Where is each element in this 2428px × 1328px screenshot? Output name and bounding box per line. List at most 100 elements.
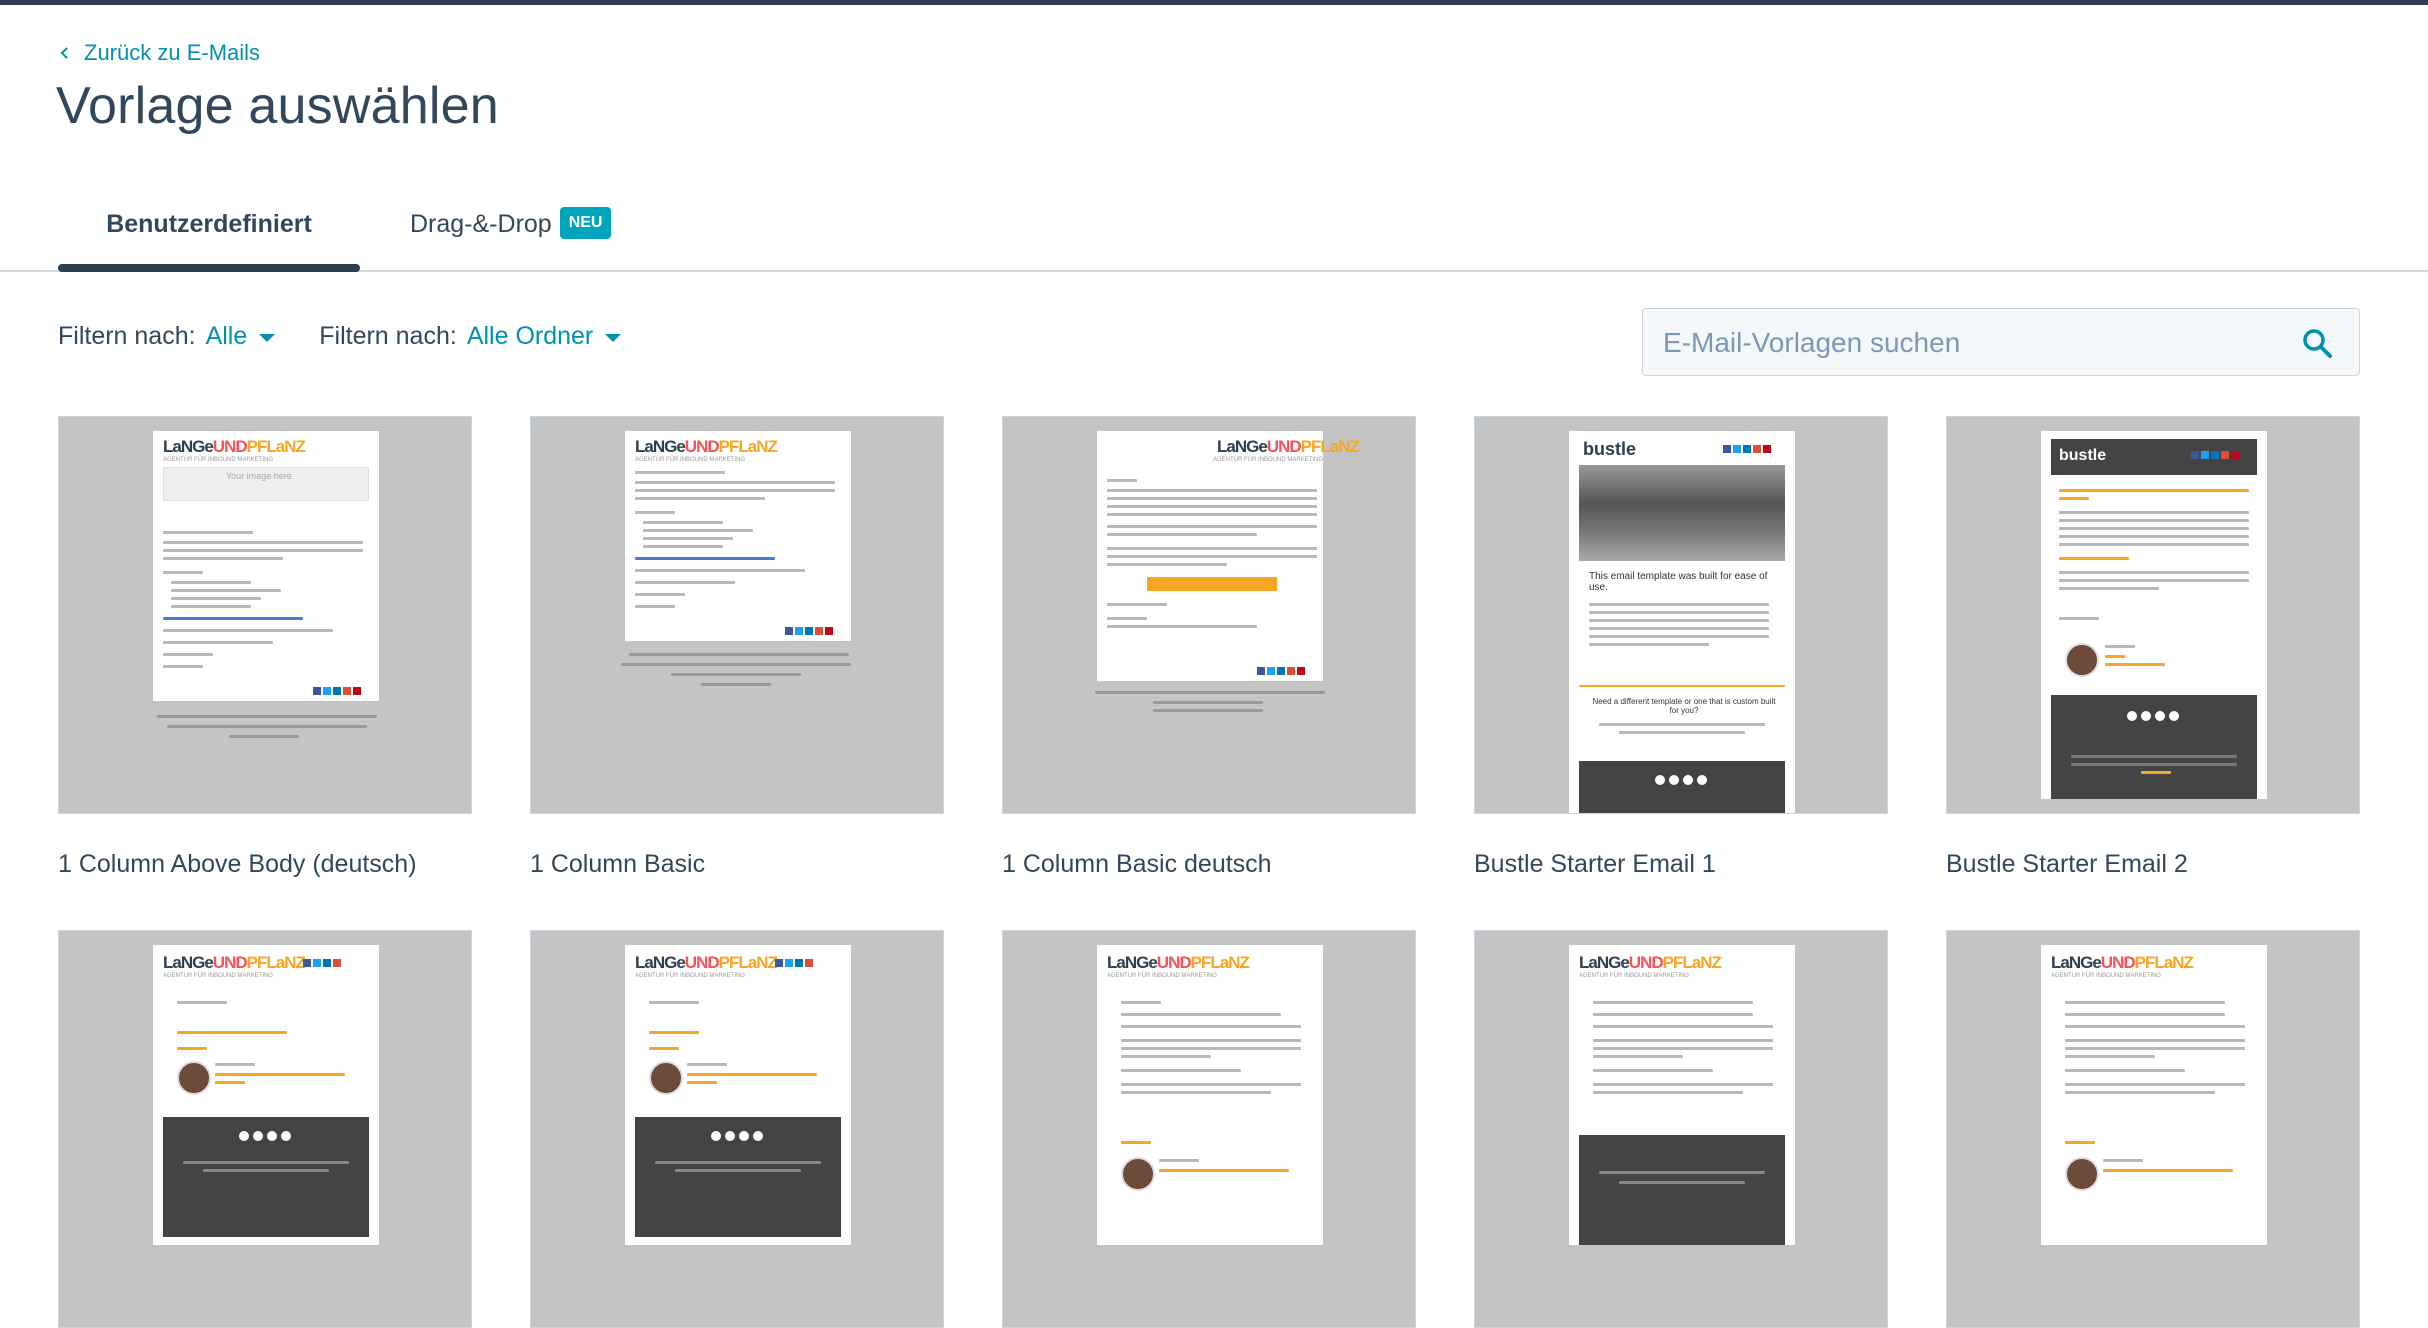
template-name[interactable]: Bustle Starter Email 2 <box>1946 850 2188 879</box>
logo-tagline: AGENTUR FÜR INBOUND MARKETING <box>635 457 746 463</box>
tab-drag-and-drop[interactable]: Drag-&-Drop NEU <box>410 207 650 272</box>
text-line <box>2059 617 2099 620</box>
text-line <box>2105 645 2135 648</box>
email-preview: LaNGeUNDPFLaNZ AGENTUR FÜR INBOUND MARKE… <box>2041 945 2267 1245</box>
footer-line <box>701 683 771 686</box>
search-input[interactable] <box>1661 309 2285 377</box>
text-line <box>1121 1069 1241 1072</box>
text-line <box>2059 587 2159 590</box>
caret-down-icon <box>259 333 276 342</box>
email-preview: LaNGeUNDPFLaNZ AGENTUR FÜR INBOUND MARKE… <box>153 945 379 1245</box>
text-line <box>163 531 253 534</box>
text-line <box>1599 723 1765 726</box>
text-line <box>1121 1039 1301 1042</box>
logo-tagline: AGENTUR FÜR INBOUND MARKETING <box>163 973 274 979</box>
text-line <box>635 605 675 608</box>
text-line <box>1589 619 1769 622</box>
text-line <box>1121 1013 1281 1016</box>
new-badge: NEU <box>559 207 612 239</box>
template-thumbnail[interactable]: LaNGeUNDPFLaNZ AGENTUR FÜR INBOUND MARKE… <box>1002 930 1416 1328</box>
text-line <box>649 1001 699 1004</box>
brand-logo: LaNGeUNDPFLaNZ <box>1579 953 1722 972</box>
footer-line <box>229 735 299 738</box>
social-icon <box>795 959 803 967</box>
social-icon <box>2169 711 2179 721</box>
text-line <box>2065 1013 2225 1016</box>
text-link <box>635 557 775 560</box>
text-line <box>1107 617 1147 620</box>
social-icon <box>1655 775 1665 785</box>
filter-folder-dropdown[interactable]: Alle Ordner <box>467 322 622 351</box>
text-line <box>2059 571 2249 574</box>
template-name[interactable]: 1 Column Basic deutsch <box>1002 850 1272 879</box>
template-name[interactable]: Bustle Starter Email 1 <box>1474 850 1716 879</box>
template-thumbnail[interactable]: bustle <box>1946 416 2360 814</box>
email-preview: LaNGeUNDPFLaNZ AGENTUR FÜR INBOUND MARKE… <box>625 945 851 1245</box>
text-line <box>1593 1069 1713 1072</box>
social-icon <box>725 1131 735 1141</box>
text-line <box>171 605 251 608</box>
tab-label: Drag-&-Drop <box>410 210 552 238</box>
email-preview: LaNGeUNDPFLaNZ AGENTUR FÜR INBOUND MARKE… <box>1097 431 1360 681</box>
footer-line <box>629 653 849 656</box>
brand-logo: LaNGeUNDPFLaNZ <box>163 953 306 972</box>
template-thumbnail[interactable]: LaNGeUNDPFLaNZ AGENTUR FÜR INBOUND MARKE… <box>530 416 944 814</box>
filter-type-dropdown[interactable]: Alle <box>206 322 276 351</box>
social-icon <box>281 1131 291 1141</box>
template-thumbnail[interactable]: LaNGeUNDPFLaNZ AGENTUR FÜR INBOUND MARKE… <box>530 930 944 1328</box>
text-line <box>1107 497 1317 500</box>
text-line <box>1593 1047 1773 1050</box>
text-line <box>215 1081 245 1084</box>
text-line <box>1593 1001 1753 1004</box>
social-icon <box>2231 451 2239 459</box>
text-line <box>1589 603 1769 606</box>
text-line <box>2059 579 2249 582</box>
footer-line <box>183 1161 349 1164</box>
text-line <box>2059 543 2249 546</box>
text-line <box>215 1073 345 1076</box>
template-thumbnail[interactable]: LaNGeUNDPFLaNZ AGENTUR FÜR INBOUND MARKE… <box>1946 930 2360 1328</box>
bustle-logo: bustle <box>2059 447 2107 464</box>
footer-line <box>2071 763 2237 766</box>
footer-line <box>1095 691 1325 694</box>
text-line <box>2059 527 2249 530</box>
social-icon <box>1753 445 1761 453</box>
back-to-emails-link[interactable]: Zurück zu E-Mails <box>58 40 260 66</box>
text-line <box>1121 1025 1301 1028</box>
social-icon <box>353 687 361 695</box>
text-line <box>1619 731 1745 734</box>
template-name[interactable]: 1 Column Above Body (deutsch) <box>58 850 417 879</box>
text-line <box>1107 603 1167 606</box>
tab-benutzerdefiniert[interactable]: Benutzerdefiniert <box>58 210 360 272</box>
social-icon <box>323 959 331 967</box>
footer-line <box>2071 755 2237 758</box>
text-line <box>163 665 203 668</box>
search-icon[interactable] <box>2301 327 2333 359</box>
template-thumbnail[interactable]: LaNGeUNDPFLaNZ AGENTUR FÜR INBOUND MARKE… <box>58 930 472 1328</box>
text-line <box>643 521 723 524</box>
logo-tagline: AGENTUR FÜR INBOUND MARKETING <box>2051 973 2162 979</box>
text-line <box>1593 1025 1773 1028</box>
dark-footer <box>1579 1135 1785 1245</box>
footer-line <box>621 663 851 666</box>
text-line <box>687 1081 717 1084</box>
text-line <box>1107 525 1317 528</box>
template-thumbnail[interactable]: LaNGeUNDPFLaNZ AGENTUR FÜR INBOUND MARKE… <box>58 416 472 814</box>
social-icon <box>1723 445 1731 453</box>
text-line <box>1121 1055 1211 1058</box>
caret-down-icon <box>605 333 622 342</box>
text-line <box>1593 1091 1743 1094</box>
dark-footer <box>635 1117 841 1237</box>
footer-line <box>655 1161 821 1164</box>
email-preview: LaNGeUNDPFLaNZ AGENTUR FÜR INBOUND MARKE… <box>1569 945 1795 1245</box>
template-thumbnail[interactable]: LaNGeUNDPFLaNZ AGENTUR FÜR INBOUND MARKE… <box>1002 416 1416 814</box>
text-line <box>2065 1141 2095 1144</box>
template-thumbnail[interactable]: LaNGeUNDPFLaNZ AGENTUR FÜR INBOUND MARKE… <box>1474 930 1888 1328</box>
template-thumbnail[interactable]: bustle This email template was built for… <box>1474 416 1888 814</box>
avatar <box>2065 643 2099 677</box>
city-photo <box>1579 465 1785 561</box>
social-icon <box>2191 451 2199 459</box>
footer-line <box>671 673 801 676</box>
template-name[interactable]: 1 Column Basic <box>530 850 705 879</box>
text-line <box>2065 1025 2245 1028</box>
